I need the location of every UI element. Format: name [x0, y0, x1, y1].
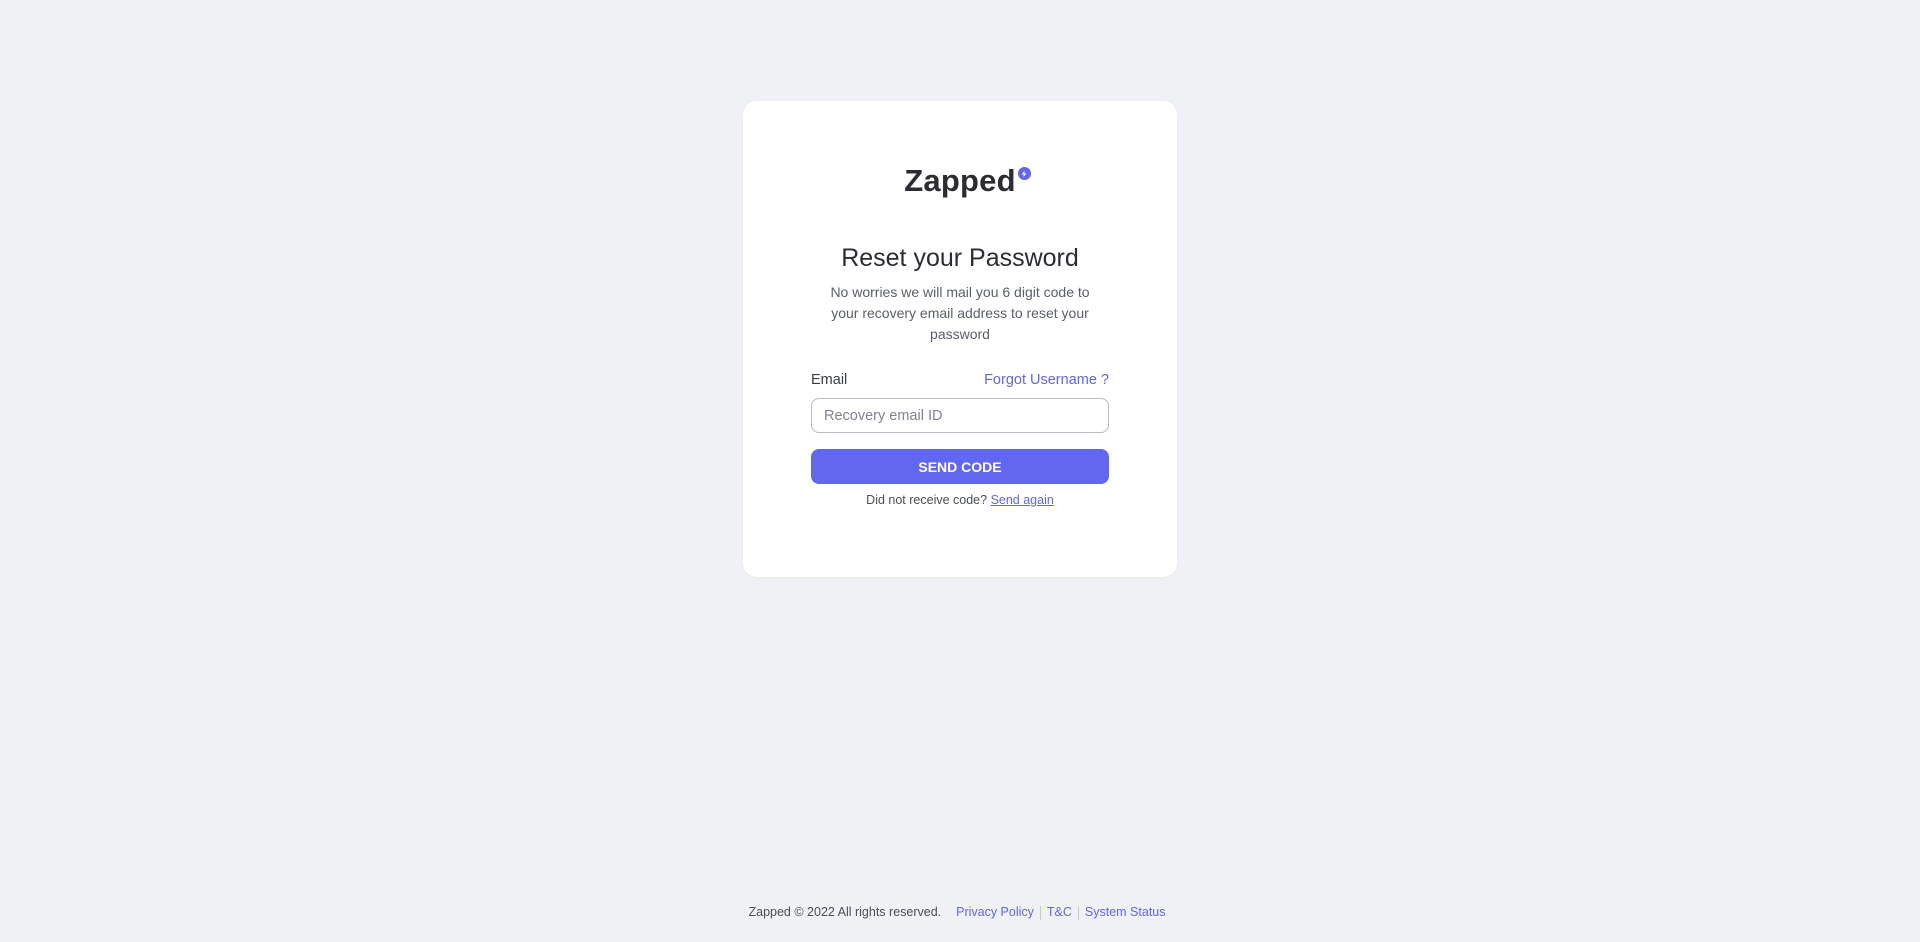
forgot-username-link[interactable]: Forgot Username ? [984, 372, 1109, 388]
send-code-button[interactable]: SEND CODE [811, 449, 1109, 484]
privacy-policy-link[interactable]: Privacy Policy [950, 905, 1040, 919]
system-status-link[interactable]: System Status [1079, 905, 1172, 919]
reset-password-card: Zapped Reset your Password No worries we… [743, 101, 1177, 577]
resend-prompt: Did not receive code? [866, 493, 988, 507]
terms-link[interactable]: T&C [1041, 905, 1078, 919]
brand-name: Zapped [904, 163, 1016, 198]
bolt-icon [1017, 167, 1031, 180]
resend-row: Did not receive code? Send again [743, 493, 1177, 507]
page: Zapped Reset your Password No worries we… [0, 0, 1920, 942]
description-text: No worries we will mail you 6 digit code… [830, 284, 1090, 342]
email-field-header: Email Forgot Username ? [811, 370, 1109, 390]
logo: Zapped [743, 163, 1177, 199]
footer: Zapped © 2022 All rights reserved. Priva… [0, 905, 1920, 920]
logo-wrap: Zapped [904, 163, 1031, 199]
recovery-email-input[interactable] [811, 398, 1109, 433]
email-label: Email [811, 372, 848, 388]
page-title: Reset your Password [841, 244, 1079, 272]
copyright-text: Zapped © 2022 All rights reserved. [748, 905, 942, 919]
send-again-link[interactable]: Send again [991, 493, 1054, 507]
